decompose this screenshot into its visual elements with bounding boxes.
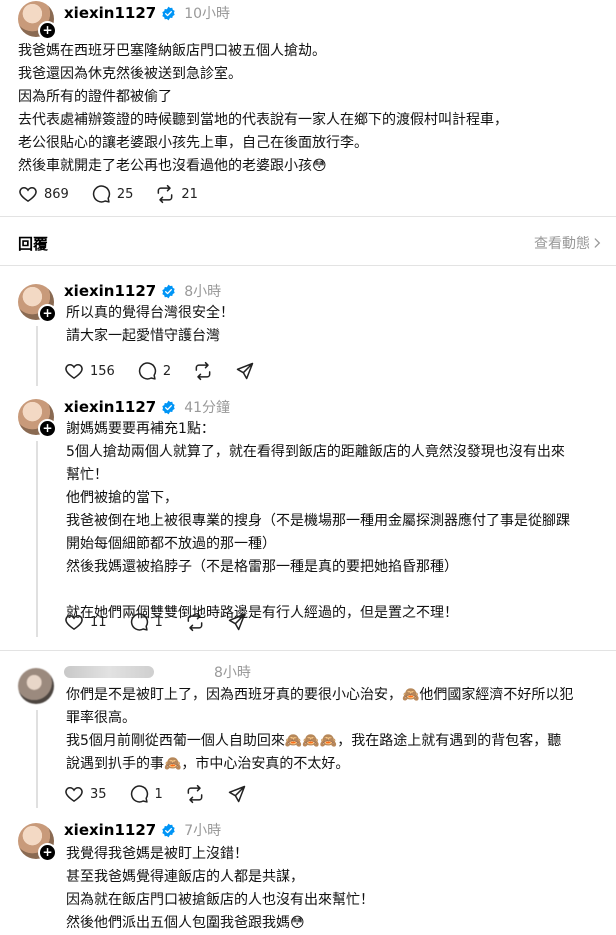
replies-heading: 回覆 [18, 235, 49, 253]
view-activity-label: 查看動態 [534, 236, 590, 252]
like-button[interactable]: 35 [64, 784, 107, 804]
repost-count: 21 [181, 186, 198, 202]
comment-icon [92, 185, 110, 203]
comment-count: 25 [116, 186, 134, 202]
avatar[interactable]: + [18, 823, 57, 862]
comment-button[interactable]: 25 [91, 184, 134, 204]
timestamp: 41分鐘 [184, 400, 231, 416]
thread-line [36, 710, 38, 808]
like-button[interactable]: 869 [18, 184, 69, 204]
heart-icon [19, 186, 37, 202]
repost-button[interactable] [185, 612, 205, 632]
separator [0, 216, 616, 217]
like-count: 869 [44, 186, 69, 202]
share-button[interactable] [227, 784, 247, 804]
repost-icon [157, 184, 173, 204]
avatar[interactable] [18, 668, 54, 704]
chevron-right-icon [594, 238, 601, 248]
post-header: xiexin1127 8小時 [64, 281, 221, 301]
comment-button[interactable]: 1 [129, 612, 163, 632]
repost-icon [187, 612, 203, 632]
timestamp: 8小時 [184, 284, 222, 300]
verified-icon [162, 284, 175, 298]
comment-button[interactable]: 2 [137, 361, 171, 381]
post-actions: 156 2 [64, 361, 277, 381]
share-button[interactable] [227, 612, 247, 632]
repost-icon [187, 784, 203, 804]
post-text: 我覺得我爸媽是被盯上沒錯！ 甚至我爸媽覺得連飯店的人都是共謀， 因為就在飯店門口… [66, 846, 374, 931]
verified-icon [162, 6, 175, 20]
follow-plus-icon[interactable]: + [38, 21, 57, 40]
post-text: 我爸媽在西班牙巴塞隆納飯店門口被五個人搶劫。 我爸還因為休克然後被送到急診室。 … [18, 43, 508, 174]
heart-icon [65, 786, 83, 802]
separator [0, 265, 616, 266]
post-header: xiexin1127 41分鐘 [64, 397, 230, 417]
follow-plus-icon[interactable]: + [38, 843, 57, 862]
view-activity-link[interactable]: 查看動態 [534, 233, 604, 253]
comment-count: 1 [154, 786, 163, 802]
thread-line [36, 441, 38, 637]
avatar[interactable]: + [18, 284, 57, 323]
repost-button[interactable] [185, 784, 205, 804]
username[interactable]: xiexin1127 [64, 398, 156, 416]
share-icon [228, 785, 246, 803]
heart-icon [65, 614, 83, 630]
repost-button[interactable] [193, 361, 213, 381]
verified-icon [162, 400, 175, 414]
share-icon [236, 362, 254, 380]
avatar[interactable]: + [18, 399, 57, 438]
comment-icon [138, 362, 156, 380]
verified-icon [162, 823, 175, 837]
timestamp: 7小時 [184, 823, 222, 839]
post-actions: 35 1 [64, 784, 269, 804]
comment-icon [130, 785, 148, 803]
avatar[interactable]: + [18, 1, 57, 40]
follow-plus-icon[interactable]: + [38, 419, 57, 438]
post-text: 謝媽媽要要再補充1點： 5個人搶劫兩個人就算了，就在看得到飯店的距離飯店的人竟然… [66, 421, 570, 621]
share-button[interactable] [235, 361, 255, 381]
like-count: 11 [90, 614, 107, 630]
like-count: 35 [90, 786, 107, 802]
separator [0, 650, 616, 651]
username[interactable]: xiexin1127 [64, 821, 156, 839]
heart-icon [65, 363, 83, 379]
username[interactable]: xiexin1127 [64, 4, 156, 22]
post-header: xiexin1127 7小時 [64, 820, 221, 840]
comment-button[interactable]: 1 [129, 784, 163, 804]
post-text: 所以真的覺得台灣很安全！ 請大家一起愛惜守護台灣 [66, 305, 234, 344]
share-icon [228, 613, 246, 631]
repost-button[interactable]: 21 [155, 184, 198, 204]
follow-plus-icon[interactable]: + [38, 304, 57, 323]
repost-icon [195, 361, 211, 381]
post-actions: 11 1 [64, 612, 269, 632]
comment-count: 1 [154, 614, 163, 630]
like-button[interactable]: 156 [64, 361, 115, 381]
username[interactable]: xiexin1127 [64, 282, 156, 300]
comment-icon [130, 613, 148, 631]
comment-count: 2 [162, 363, 172, 379]
post-text: 你們是不是被盯上了，因為西班牙真的要很小心治安，🙈他們國家經濟不好所以犯 罪率很… [66, 687, 574, 772]
like-count: 156 [90, 363, 115, 379]
username-redacted [64, 666, 154, 678]
post-actions: 869 25 21 [18, 184, 220, 204]
timestamp: 8小時 [214, 665, 251, 681]
timestamp: 10小時 [184, 6, 231, 22]
like-button[interactable]: 11 [64, 612, 107, 632]
thread-line [36, 326, 38, 386]
post-header: xiexin1127 10小時 [64, 3, 230, 23]
post-header: 8小時 [64, 662, 251, 682]
